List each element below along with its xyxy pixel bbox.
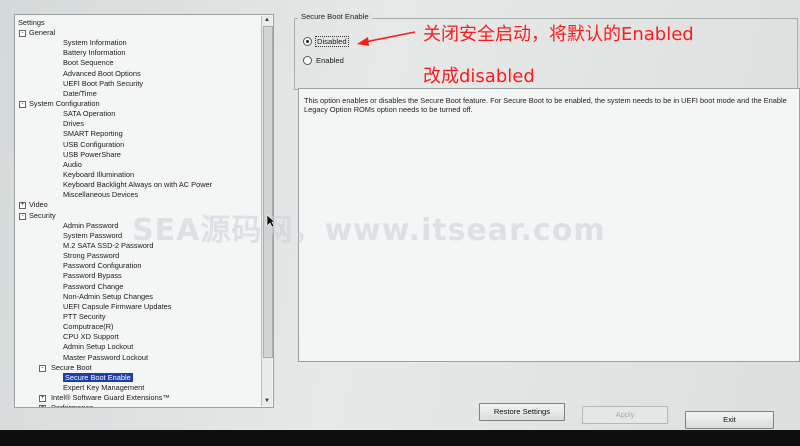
tree-item[interactable]: - Secure Boot xyxy=(15,363,261,373)
tree-item-label: Secure Boot Enable xyxy=(63,372,133,382)
tree-item[interactable]: USB PowerShare xyxy=(15,150,261,160)
tree-item-label: Keyboard Illumination xyxy=(63,169,135,179)
tree-item[interactable]: Non-Admin Setup Changes xyxy=(15,292,261,302)
tree-item[interactable]: - General xyxy=(15,28,261,38)
radio-selected-icon[interactable] xyxy=(303,37,312,46)
tree-item-label: Date/Time xyxy=(63,88,97,98)
tree-item[interactable]: Battery Information xyxy=(15,48,261,58)
tree-item[interactable]: Advanced Boot Options xyxy=(15,69,261,79)
tree-item-label: Master Password Lockout xyxy=(63,352,149,362)
tree-item-label: Miscellaneous Devices xyxy=(63,190,139,200)
tree-item-label: Strong Password xyxy=(63,251,120,261)
tree-item[interactable]: PTT Security xyxy=(15,312,261,322)
tree-item[interactable]: Date/Time xyxy=(15,89,261,99)
annotation-arrow-icon xyxy=(357,31,416,46)
expand-icon[interactable]: + xyxy=(39,405,46,407)
scroll-down-icon[interactable]: ▼ xyxy=(262,397,272,406)
tree-item-label: SMART Reporting xyxy=(63,129,123,139)
tree-item-label: UEFI Capsule Firmware Updates xyxy=(63,301,172,311)
expand-icon[interactable]: + xyxy=(39,395,46,403)
exit-button[interactable]: Exit xyxy=(685,411,774,429)
apply-button[interactable]: Apply xyxy=(582,406,668,424)
watermark-text: SEA源码网，www.itsear.com xyxy=(132,213,606,248)
tree-item[interactable]: Master Password Lockout xyxy=(15,353,261,363)
tree-item-label: System Configuration xyxy=(29,98,100,108)
bios-setup-screen: Settings - General System Information Batte… xyxy=(0,0,800,446)
tree-item[interactable]: SATA Operation xyxy=(15,109,261,119)
tree-item[interactable]: + Performance xyxy=(15,403,261,408)
tree-item-label: Admin Setup Lockout xyxy=(63,342,134,352)
tree-item[interactable]: Computrace(R) xyxy=(15,322,261,332)
tree-item[interactable]: UEFI Capsule Firmware Updates xyxy=(15,302,261,312)
tree-item-label: Advanced Boot Options xyxy=(63,68,141,78)
tree-item-label: Non-Admin Setup Changes xyxy=(63,291,153,301)
tree-item-label: Drives xyxy=(63,119,84,129)
tree-item[interactable]: CPU XD Support xyxy=(15,332,261,342)
tree-item[interactable]: Miscellaneous Devices xyxy=(15,190,261,200)
tree-item[interactable]: Strong Password xyxy=(15,251,261,261)
option-enabled[interactable]: Enabled xyxy=(303,56,344,65)
restore-settings-button[interactable]: Restore Settings xyxy=(479,403,565,421)
tree-item-label: Expert Key Management xyxy=(63,382,145,392)
tree-item-label: Secure Boot xyxy=(51,362,92,372)
tree-item[interactable]: Keyboard Backlight Always on with AC Pow… xyxy=(15,180,261,190)
tree-item-label: Admin Password xyxy=(63,220,119,230)
option-enabled-label: Enabled xyxy=(316,56,344,65)
tree-item-label: Battery Information xyxy=(63,48,126,58)
tree-item-label: Intel® Software Guard Extensions™ xyxy=(51,393,170,403)
description-text: This option enables or disables the Secu… xyxy=(304,96,787,115)
tree-item-label: Boot Sequence xyxy=(63,58,114,68)
expand-icon[interactable]: + xyxy=(19,202,26,210)
tree-item[interactable]: Expert Key Management xyxy=(15,383,261,393)
annotation-line-2: 改成disabled xyxy=(423,66,535,87)
scroll-up-icon[interactable]: ▲ xyxy=(262,16,272,25)
tree-item[interactable]: Keyboard Illumination xyxy=(15,170,261,180)
settings-tree-title: Settings xyxy=(18,18,45,27)
option-disabled[interactable]: Disabled xyxy=(303,36,349,47)
option-disabled-label: Disabled xyxy=(315,36,349,47)
monitor-bezel xyxy=(0,430,800,446)
tree-item-label: USB Configuration xyxy=(63,139,125,149)
tree-item-label: System Information xyxy=(63,38,127,48)
tree-item[interactable]: Boot Sequence xyxy=(15,58,261,68)
collapse-icon[interactable]: - xyxy=(39,364,46,372)
tree-item-label: Keyboard Backlight Always on with AC Pow… xyxy=(63,180,213,190)
tree-item[interactable]: USB Configuration xyxy=(15,140,261,150)
tree-item[interactable]: Admin Setup Lockout xyxy=(15,342,261,352)
tree-item-label: Password Change xyxy=(63,281,124,291)
tree-item-label: Computrace(R) xyxy=(63,322,114,332)
tree-item[interactable]: Audio xyxy=(15,160,261,170)
radio-unselected-icon[interactable] xyxy=(303,56,312,65)
tree-item-label: USB PowerShare xyxy=(63,149,121,159)
tree-item-label: SATA Operation xyxy=(63,109,116,119)
tree-item-label: PTT Security xyxy=(63,311,106,321)
collapse-icon[interactable]: - xyxy=(19,212,26,220)
tree-item-label: Password Configuration xyxy=(63,261,142,271)
tree-item[interactable]: Password Change xyxy=(15,282,261,292)
tree-item-label: Security xyxy=(29,210,56,220)
tree-item-label: System Password xyxy=(63,230,123,240)
tree-item-label: Video xyxy=(29,200,48,210)
collapse-icon[interactable]: - xyxy=(19,30,26,37)
tree-item-label: Performance xyxy=(51,403,94,408)
tree-item[interactable]: Secure Boot Enable xyxy=(15,372,261,383)
tree-item[interactable]: Password Bypass xyxy=(15,271,261,281)
tree-item[interactable]: + Intel® Software Guard Extensions™ xyxy=(15,393,261,403)
tree-item-label: Password Bypass xyxy=(63,271,122,281)
tree-item[interactable]: - System Configuration xyxy=(15,99,261,109)
scroll-thumb[interactable] xyxy=(263,26,273,358)
mouse-cursor-icon xyxy=(266,214,276,228)
tree-item-label: CPU XD Support xyxy=(63,332,119,342)
tree-item[interactable]: Password Configuration xyxy=(15,261,261,271)
group-legend: Secure Boot Enable xyxy=(298,12,372,21)
tree-item[interactable]: System Information xyxy=(15,38,261,48)
annotation-line-1: 关闭安全启动，将默认的Enabled xyxy=(423,24,694,45)
tree-item-label: General xyxy=(29,28,56,37)
tree-item-label: Audio xyxy=(63,159,82,169)
tree-item-label: UEFI Boot Path Security xyxy=(63,78,144,88)
collapse-icon[interactable]: - xyxy=(19,100,26,108)
tree-item[interactable]: SMART Reporting xyxy=(15,129,261,139)
tree-item[interactable]: UEFI Boot Path Security xyxy=(15,79,261,89)
tree-item[interactable]: Drives xyxy=(15,119,261,129)
